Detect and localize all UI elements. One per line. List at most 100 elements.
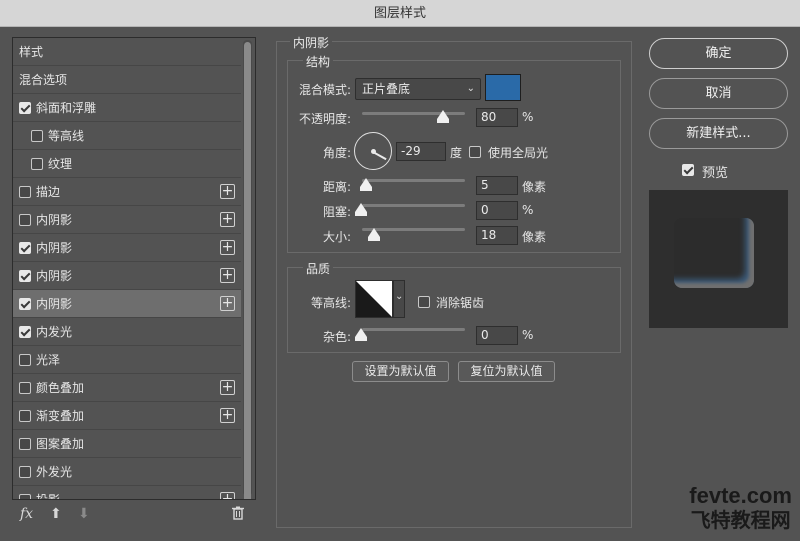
style-list-item[interactable]: 外发光 — [13, 458, 241, 486]
style-list-item-label: 内阴影 — [36, 241, 73, 255]
contour-dropdown[interactable]: ⌄ — [393, 280, 405, 318]
add-effect-icon[interactable]: + — [220, 296, 235, 311]
ok-button[interactable]: 确定 — [649, 38, 788, 69]
antialias-label: 消除锯齿 — [436, 296, 485, 310]
size-label: 大小: — [322, 230, 351, 244]
reset-default-button[interactable]: 复位为默认值 — [458, 361, 555, 382]
size-slider-knob[interactable] — [368, 228, 380, 241]
style-checkbox[interactable] — [19, 493, 31, 499]
style-checkbox[interactable] — [19, 409, 31, 422]
distance-input[interactable]: 5 — [476, 176, 518, 195]
style-list-item[interactable]: 内阴影 + — [13, 234, 241, 262]
angle-input[interactable]: -29 — [396, 142, 446, 161]
distance-slider-knob[interactable] — [360, 178, 372, 191]
size-input[interactable]: 18 — [476, 226, 518, 245]
choke-slider-knob[interactable] — [355, 203, 367, 216]
blend-mode-value: 正片叠底 — [362, 82, 411, 96]
add-effect-icon[interactable]: + — [220, 380, 235, 395]
style-checkbox[interactable] — [19, 381, 31, 394]
noise-slider-track[interactable] — [362, 328, 465, 331]
style-list-item[interactable]: 内阴影 + — [13, 262, 241, 290]
style-checkbox[interactable] — [31, 157, 43, 170]
style-list-item-label: 斜面和浮雕 — [36, 101, 97, 115]
blend-mode-select[interactable]: 正片叠底 ⌄ — [355, 78, 481, 100]
style-checkbox[interactable] — [19, 185, 31, 198]
style-checkbox[interactable] — [19, 325, 31, 338]
style-list-item-label: 混合选项 — [19, 73, 68, 87]
choke-unit: % — [522, 203, 534, 217]
watermark-line-1: fevte.com — [689, 483, 792, 508]
style-list-item[interactable]: 描边 + — [13, 178, 241, 206]
style-list-item[interactable]: 颜色叠加 + — [13, 374, 241, 402]
style-checkbox[interactable] — [19, 465, 31, 478]
style-list-item-label: 内发光 — [36, 325, 73, 339]
opacity-input[interactable]: 80 — [476, 108, 518, 127]
noise-slider-knob[interactable] — [355, 328, 367, 341]
chevron-down-icon: ⌄ — [395, 291, 404, 302]
style-checkbox[interactable] — [19, 241, 31, 254]
new-style-button[interactable]: 新建样式... — [649, 118, 788, 149]
style-list-item[interactable]: 混合选项 — [13, 66, 241, 94]
add-effect-icon[interactable]: + — [220, 212, 235, 227]
style-list-item-label: 内阴影 — [36, 269, 73, 283]
style-list-item-label: 描边 — [36, 185, 61, 199]
section-title: 内阴影 — [290, 34, 333, 51]
set-default-button[interactable]: 设置为默认值 — [352, 361, 449, 382]
fx-icon[interactable]: fx — [20, 506, 33, 522]
move-down-icon[interactable]: ⬇ — [78, 506, 90, 522]
add-effect-icon[interactable]: + — [220, 268, 235, 283]
style-checkbox[interactable] — [31, 129, 43, 142]
preview-checkbox[interactable] — [682, 164, 694, 176]
antialias-checkbox[interactable] — [418, 296, 430, 308]
trash-icon[interactable] — [232, 506, 244, 524]
distance-slider-track[interactable] — [362, 179, 465, 182]
style-list-item[interactable]: 图案叠加 — [13, 430, 241, 458]
style-list-item-label: 渐变叠加 — [36, 409, 85, 423]
style-checkbox[interactable] — [19, 269, 31, 282]
style-list-item[interactable]: 纹理 — [13, 150, 241, 178]
choke-input[interactable]: 0 — [476, 201, 518, 220]
style-checkbox[interactable] — [19, 213, 31, 226]
opacity-unit: % — [522, 110, 534, 124]
style-list-item-label: 颜色叠加 — [36, 381, 85, 395]
choke-label: 阻塞: — [322, 205, 351, 219]
style-list-item-label: 内阴影 — [36, 213, 73, 227]
add-effect-icon[interactable]: + — [220, 408, 235, 423]
opacity-slider-knob[interactable] — [437, 110, 449, 123]
style-list-item-label: 外发光 — [36, 465, 73, 479]
style-checkbox[interactable] — [19, 353, 31, 366]
style-checkbox[interactable] — [19, 297, 31, 310]
quality-title: 品质 — [303, 260, 334, 277]
global-light-checkbox[interactable] — [469, 146, 481, 158]
style-list-scrollbar[interactable] — [244, 42, 251, 499]
style-checkbox[interactable] — [19, 437, 31, 450]
distance-unit: 像素 — [522, 180, 547, 194]
angle-dial[interactable] — [354, 132, 392, 170]
noise-input[interactable]: 0 — [476, 326, 518, 345]
style-list-item[interactable]: 等高线 — [13, 122, 241, 150]
contour-preview[interactable] — [355, 280, 393, 318]
add-effect-icon[interactable]: + — [220, 240, 235, 255]
preview-label: 预览 — [702, 166, 729, 181]
choke-slider-track[interactable] — [362, 204, 465, 207]
style-list-item[interactable]: 内发光 — [13, 318, 241, 346]
opacity-slider-track[interactable] — [362, 112, 465, 115]
move-up-icon[interactable]: ⬆ — [50, 506, 62, 522]
style-list-item[interactable]: 渐变叠加 + — [13, 402, 241, 430]
shadow-color-swatch[interactable] — [485, 74, 521, 101]
style-list-item[interactable]: 斜面和浮雕 — [13, 94, 241, 122]
style-checkbox[interactable] — [19, 101, 31, 114]
add-effect-icon[interactable]: + — [220, 184, 235, 199]
style-list-item[interactable]: 内阴影 + — [13, 290, 241, 318]
contour-label: 等高线: — [310, 296, 351, 310]
noise-label: 杂色: — [322, 330, 351, 344]
style-list-item-label: 等高线 — [48, 129, 85, 143]
style-list-item[interactable]: 样式 — [13, 38, 241, 66]
style-list-item[interactable]: 光泽 — [13, 346, 241, 374]
style-list-item[interactable]: 内阴影 + — [13, 206, 241, 234]
noise-unit: % — [522, 328, 534, 342]
global-light-label: 使用全局光 — [488, 146, 549, 160]
add-effect-icon[interactable]: + — [220, 492, 235, 499]
style-list-item[interactable]: 投影 + — [13, 486, 241, 499]
cancel-button[interactable]: 取消 — [649, 78, 788, 109]
